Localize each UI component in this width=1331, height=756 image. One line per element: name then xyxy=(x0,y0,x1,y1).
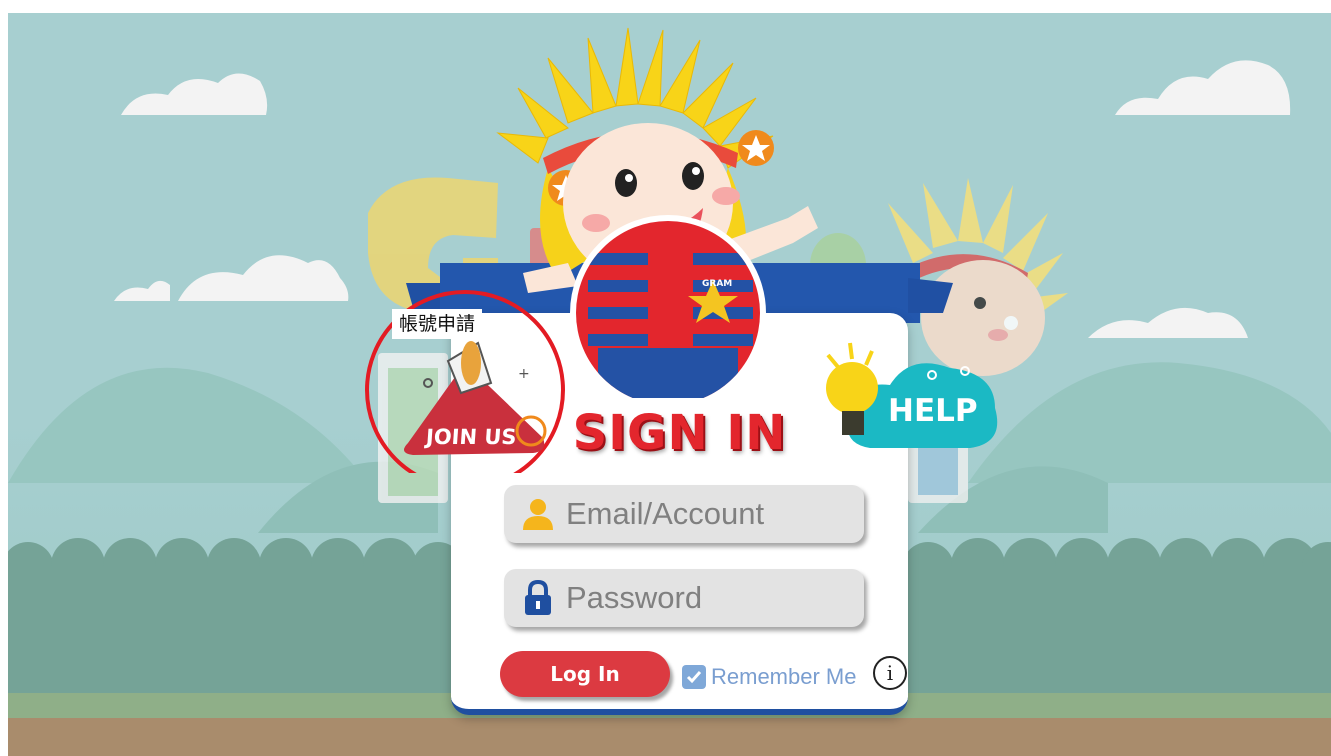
email-placeholder: Email/Account xyxy=(566,496,765,531)
password-placeholder: Password xyxy=(566,580,703,615)
login-screen: GRAM + 帳號申請 JOIN US HELP SIGN IN Email/A… xyxy=(8,13,1331,756)
remember-me-label: Remember Me xyxy=(711,664,857,689)
svg-text:+: + xyxy=(518,366,530,382)
remember-me-checkbox[interactable]: Remember Me xyxy=(682,664,856,690)
sign-in-title: SIGN IN xyxy=(572,405,787,461)
user-icon xyxy=(518,494,558,534)
lock-icon xyxy=(518,578,558,618)
password-input[interactable]: Password xyxy=(504,569,864,627)
checkbox-checked-icon[interactable] xyxy=(682,665,706,689)
email-account-input[interactable]: Email/Account xyxy=(504,485,864,543)
log-in-button[interactable]: Log In xyxy=(500,651,670,697)
account-apply-tag[interactable]: 帳號申請 xyxy=(392,309,483,339)
info-icon[interactable]: i xyxy=(873,656,907,690)
mascot-badge: GRAM xyxy=(702,279,732,289)
